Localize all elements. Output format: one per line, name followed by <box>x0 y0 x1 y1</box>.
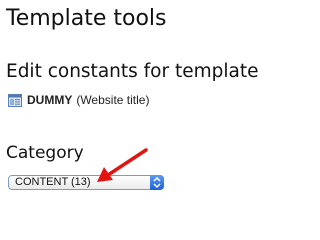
red-arrow-icon <box>97 148 148 182</box>
